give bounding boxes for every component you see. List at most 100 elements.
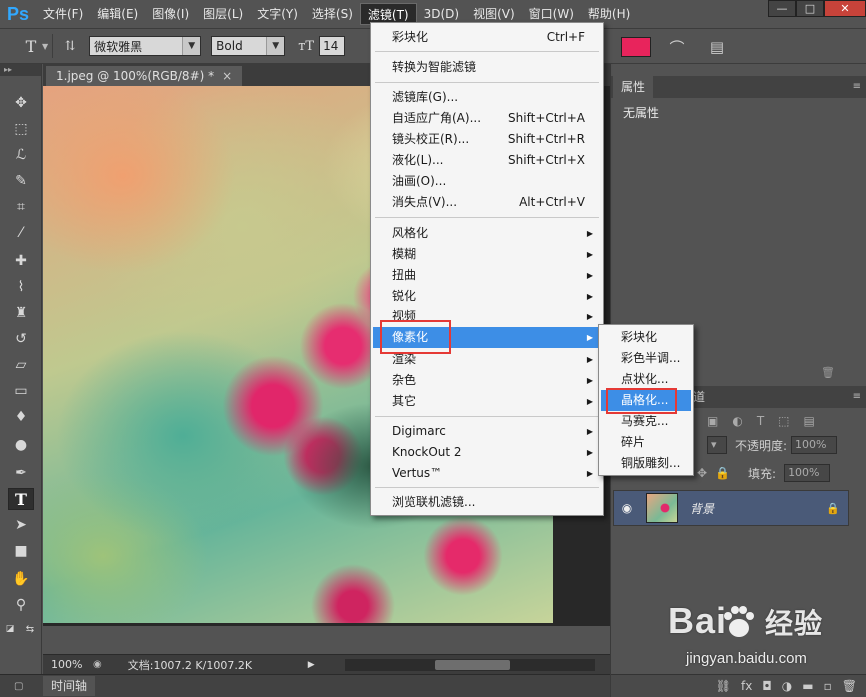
filter-smart-icon[interactable]: ▤ [804,414,815,428]
submenu-item-facet[interactable]: 彩块化 [601,327,691,348]
menu-layer[interactable]: 图层(L) [196,3,250,25]
history-brush-tool-icon[interactable]: ↺ [8,328,34,350]
watermark-logo-left: Bai [668,600,728,641]
submenu-item-pointillize[interactable]: 点状化... [601,369,691,390]
brush-tool-icon[interactable]: ⌇ [8,276,34,298]
menu-file[interactable]: 文件(F) [36,3,90,25]
gradient-tool-icon[interactable]: ▭ [8,380,34,402]
filter-shape-icon[interactable]: ⬚ [778,414,789,428]
close-button[interactable]: ✕ [824,0,866,17]
menu-item-sharpen[interactable]: 锐化 ▶ [373,286,601,307]
trash-icon[interactable]: 🗑 [821,366,835,379]
healing-brush-tool-icon[interactable]: ✚ [8,250,34,272]
submenu-item-color-halftone[interactable]: 彩色半调... [601,348,691,369]
status-menu-arrow-icon[interactable]: ▶ [308,660,315,670]
filter-adjustment-icon[interactable]: ◐ [732,414,742,428]
text-color-swatch[interactable] [621,37,651,57]
blur-tool-icon[interactable]: ♦ [8,406,34,428]
eraser-tool-icon[interactable]: ▱ [8,354,34,376]
crop-tool-icon[interactable]: ⌗ [8,196,34,218]
menu-item-convert-smart-filter[interactable]: 转换为智能滤镜 [373,57,601,78]
scrollbar-thumb[interactable] [435,660,510,670]
menu-item-browse-filters-online[interactable]: 浏览联机滤镜... [373,492,601,513]
font-family-select[interactable]: 微软雅黑 ▼ [89,36,202,56]
font-size-input[interactable]: 14 [319,36,346,56]
clone-stamp-tool-icon[interactable]: ♜ [8,302,34,324]
menu-select[interactable]: 选择(S) [305,3,360,25]
menu-item-lens-correction[interactable]: 镜头校正(R)... Shift+Ctrl+R [373,129,601,150]
zoom-level[interactable]: 100% [43,658,93,671]
tools-panel-grip[interactable]: ▸▸ [0,64,41,76]
menu-item-blur[interactable]: 模糊 ▶ [373,244,601,265]
menu-item-stylize[interactable]: 风格化 ▶ [373,223,601,244]
window-controls: — □ ✕ [768,0,866,18]
document-tab[interactable]: 1.jpeg @ 100%(RGB/8#) * × [46,66,243,86]
type-tool-icon[interactable]: T [8,488,34,510]
menu-item-last-filter[interactable]: 彩块化 Ctrl+F [373,27,601,48]
menu-image[interactable]: 图像(I) [145,3,196,25]
tab-properties[interactable]: 属性 [613,76,654,98]
menu-type[interactable]: 文字(Y) [250,3,305,25]
zoom-tool-icon[interactable]: ⚲ [8,594,34,616]
menu-item-pixelate[interactable]: 像素化 ▶ [373,327,601,348]
swap-colors-icon[interactable]: ⇆ [22,618,38,640]
tab-channels-fragment[interactable]: 道 [693,386,705,408]
timeline-panel-icon[interactable]: ▢ [14,681,23,692]
menu-item-digimarc[interactable]: Digimarc ▶ [373,421,601,442]
maximize-button[interactable]: □ [796,0,824,17]
marquee-tool-icon[interactable]: ⬚ [8,118,34,140]
eyedropper-tool-icon[interactable]: ⁄ [8,222,34,244]
menu-item-knockout[interactable]: KnockOut 2 ▶ [373,442,601,463]
menu-item-other[interactable]: 其它 ▶ [373,391,601,412]
type-tool-preset-icon[interactable]: T [18,33,44,59]
fill-input[interactable]: 100% [784,464,831,482]
preset-dropdown-arrow-icon[interactable]: ▼ [42,42,48,51]
filter-type-icon[interactable]: T [757,414,764,428]
font-style-select[interactable]: Bold ▼ [211,36,286,56]
path-selection-tool-icon[interactable]: ➤ [8,514,34,536]
close-tab-icon[interactable]: × [222,69,232,83]
eye-icon[interactable]: ◉ [614,501,640,515]
toggle-orientation-icon[interactable]: ⇅ [57,33,83,59]
submenu-item-crystallize[interactable]: 晶格化... [601,390,691,411]
menu-item-distort[interactable]: 扭曲 ▶ [373,265,601,286]
menu-item-noise[interactable]: 杂色 ▶ [373,370,601,391]
panel-menu-icon[interactable]: ≡ [853,386,861,408]
menu-item-adaptive-wide-angle[interactable]: 自适应广角(A)... Shift+Ctrl+A [373,108,601,129]
menu-item-oil-paint[interactable]: 油画(O)... [373,171,601,192]
character-panel-icon[interactable]: ▤ [704,35,730,59]
menu-item-filter-gallery[interactable]: 滤镜库(G)... [373,87,601,108]
pen-tool-icon[interactable]: ✒ [8,462,34,484]
quick-selection-tool-icon[interactable]: ✎ [8,170,34,192]
fill-label: 填充: [748,466,777,481]
rectangle-tool-icon[interactable]: ■ [8,540,34,562]
menu-item-liquify[interactable]: 液化(L)... Shift+Ctrl+X [373,150,601,171]
minimize-button[interactable]: — [768,0,796,17]
menu-edit[interactable]: 编辑(E) [90,3,145,25]
menu-item-vanishing-point[interactable]: 消失点(V)... Alt+Ctrl+V [373,192,601,213]
opacity-input[interactable]: 100% [791,436,838,454]
blend-mode-arrow[interactable]: ▾ [707,436,727,454]
hand-tool-icon[interactable]: ✋ [8,568,34,590]
submenu-item-mezzotint[interactable]: 铜版雕刻... [601,453,691,474]
panel-menu-icon[interactable]: ≡ [853,76,861,98]
move-tool-icon[interactable]: ✥ [8,92,34,114]
paw-icon [724,606,754,637]
layer-row-background[interactable]: ◉ 背景 🔒 [613,490,849,526]
lasso-tool-icon[interactable]: ℒ [8,144,34,166]
lock-all-icon[interactable]: 🔒 [715,466,730,480]
dodge-tool-icon[interactable]: ● [8,434,34,456]
menu-item-render[interactable]: 渲染 ▶ [373,349,601,370]
default-colors-icon[interactable]: ◪ [2,618,18,640]
filter-pixel-icon[interactable]: ▣ [707,414,718,428]
lock-position-icon[interactable]: ✥ [697,466,707,480]
menu-item-vertus[interactable]: Vertus™ ▶ [373,463,601,484]
timeline-tab[interactable]: 时间轴 [43,676,96,696]
menu-item-video[interactable]: 视频 ▶ [373,306,601,327]
warp-text-icon[interactable]: ⌒ [664,35,690,59]
submenu-item-fragment[interactable]: 碎片 [601,432,691,453]
status-info-icon[interactable]: ◉ [93,659,102,670]
horizontal-scrollbar[interactable] [345,659,595,671]
submenu-item-mosaic[interactable]: 马赛克... [601,411,691,432]
menu-item-label: 彩块化 [392,30,429,44]
